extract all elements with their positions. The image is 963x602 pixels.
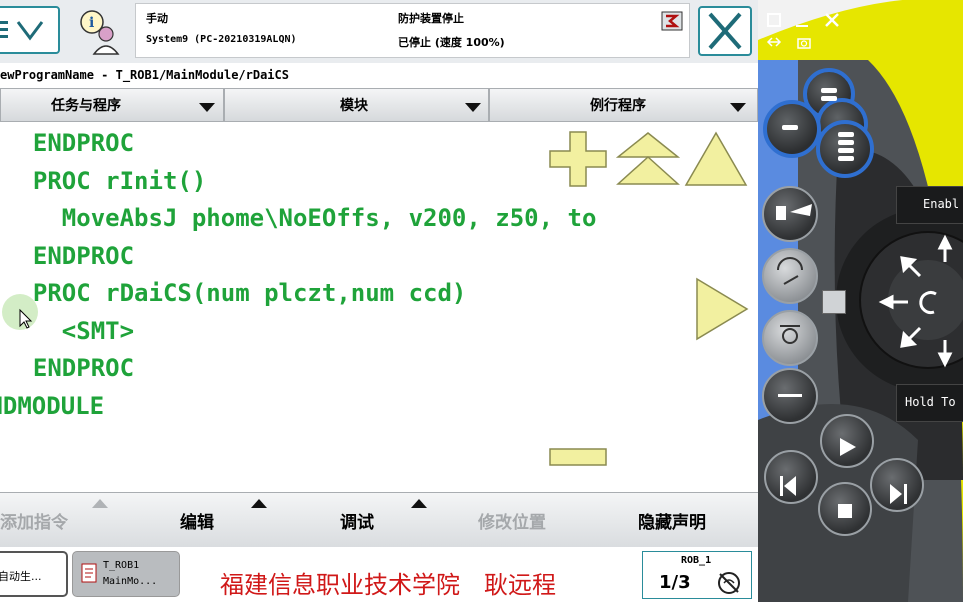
debug-button[interactable]: 调试 [340,508,374,533]
system-name: System9 (PC-20210319ALQN) [146,34,297,45]
main-menu-button[interactable] [0,6,60,54]
quickset-robot-button[interactable]: ROB_1 1/3 [642,551,752,599]
hold-label: Hold To [905,395,956,409]
operating-mode: 手动 [146,12,168,25]
taskbar-item-program-editor[interactable]: T_ROB1 MainMo... [72,551,180,597]
incremental-off-icon [718,572,740,594]
hide-declarations-button[interactable]: 隐藏声明 [638,508,706,533]
code-line[interactable]: MoveAbsJ phome\NoEOffs, v200, z50, to [4,203,597,233]
scroll-right-icon[interactable] [694,276,750,342]
command-bar: 添加指令 编辑 调试 修改位置 隐藏声明 [0,492,758,548]
mouse-cursor-icon [2,294,38,330]
edit-button[interactable]: 编辑 [180,508,214,533]
joystick[interactable] [858,230,963,370]
code-line[interactable]: ENDPROC [4,128,134,158]
taskbar-item-label: T_ROB1 [103,560,140,571]
code-line[interactable]: ENDMODULE [0,391,104,421]
menu-up-arrow-icon [411,499,427,508]
programmable-key-glyphs [782,88,854,161]
menu-up-arrow-icon [251,499,267,508]
code-line[interactable]: ENDPROC [4,353,134,383]
play-icon [840,438,856,456]
quickset-icon[interactable] [661,11,683,31]
side-button-glyphs [776,204,812,397]
enable-label: Enabl [923,197,960,211]
stop-icon [838,504,852,518]
window-controls [766,13,839,49]
zoom-out-icon[interactable] [548,446,608,470]
run-state: 已停止 (速度 100%) [398,36,505,49]
tab-label: 例行程序 [590,98,646,114]
watermark-caption: 福建信息职业技术学院 耿远程 [220,571,556,599]
code-line[interactable]: PROC rDaiCS(num plczt,num ccd) [4,278,466,308]
virtual-flexpendant-hardware: Enabl Hold To [758,0,963,602]
svg-text:i: i [89,15,94,31]
menu-up-arrow-icon [92,499,108,508]
selector-tabs: 任务与程序 模块 例行程序 [0,88,758,124]
program-path: ewProgramName - T_ROB1/MainModule/rDaiCS [0,63,758,87]
dropdown-arrow-icon [730,103,746,112]
add-instruction-button[interactable]: 添加指令 [0,508,68,533]
program-editor-icon [81,563,97,583]
step-forward-icon [904,484,907,504]
taskbar: 自动生... T_ROB1 MainMo... 福建信息职业技术学院 耿远程 R… [0,547,758,602]
scroll-up-icon[interactable] [683,130,749,188]
maximize-icon [767,13,781,27]
close-icon [708,12,742,50]
stylus-holder [822,290,846,314]
flexpendant-screen: i 手动 System9 (PC-20210319ALQN) 防护装置停止 已停… [0,0,758,602]
taskbar-item-label: 自动生... [0,570,42,583]
run-button-glyphs [780,438,907,518]
code-line[interactable]: PROC rInit() [4,166,206,196]
tab-routine[interactable]: 例行程序 [489,88,758,122]
modify-position-button[interactable]: 修改位置 [478,508,546,533]
page-up-icon[interactable] [614,130,682,188]
taskbar-item-label: MainMo... [103,576,158,587]
status-panel: 手动 System9 (PC-20210319ALQN) 防护装置停止 已停止 … [135,3,690,58]
dropdown-arrow-icon [465,103,481,112]
zoom-in-icon[interactable] [548,130,608,188]
enable-device-button[interactable]: Enabl [896,186,963,224]
menu-icon [0,21,44,41]
dropdown-arrow-icon [199,103,215,112]
tab-module[interactable]: 模块 [224,88,489,122]
tab-label: 模块 [340,98,368,114]
step-back-icon [780,476,783,496]
taskbar-item-auto[interactable]: 自动生... [0,551,68,597]
tab-tasks-programs[interactable]: 任务与程序 [0,88,224,122]
mech-unit-fraction: 1/3 [659,572,691,593]
code-editor[interactable]: ENDPROC PROC rInit() MoveAbsJ phome\NoEO… [0,126,758,492]
close-button[interactable] [698,6,752,56]
event-log-icon[interactable]: i [78,8,124,56]
top-status-bar: i 手动 System9 (PC-20210319ALQN) 防护装置停止 已停… [0,0,758,64]
tab-label: 任务与程序 [51,98,121,114]
guard-status: 防护装置停止 [398,12,464,25]
code-line[interactable]: ENDPROC [4,241,134,271]
robot-label: ROB_1 [681,555,712,566]
